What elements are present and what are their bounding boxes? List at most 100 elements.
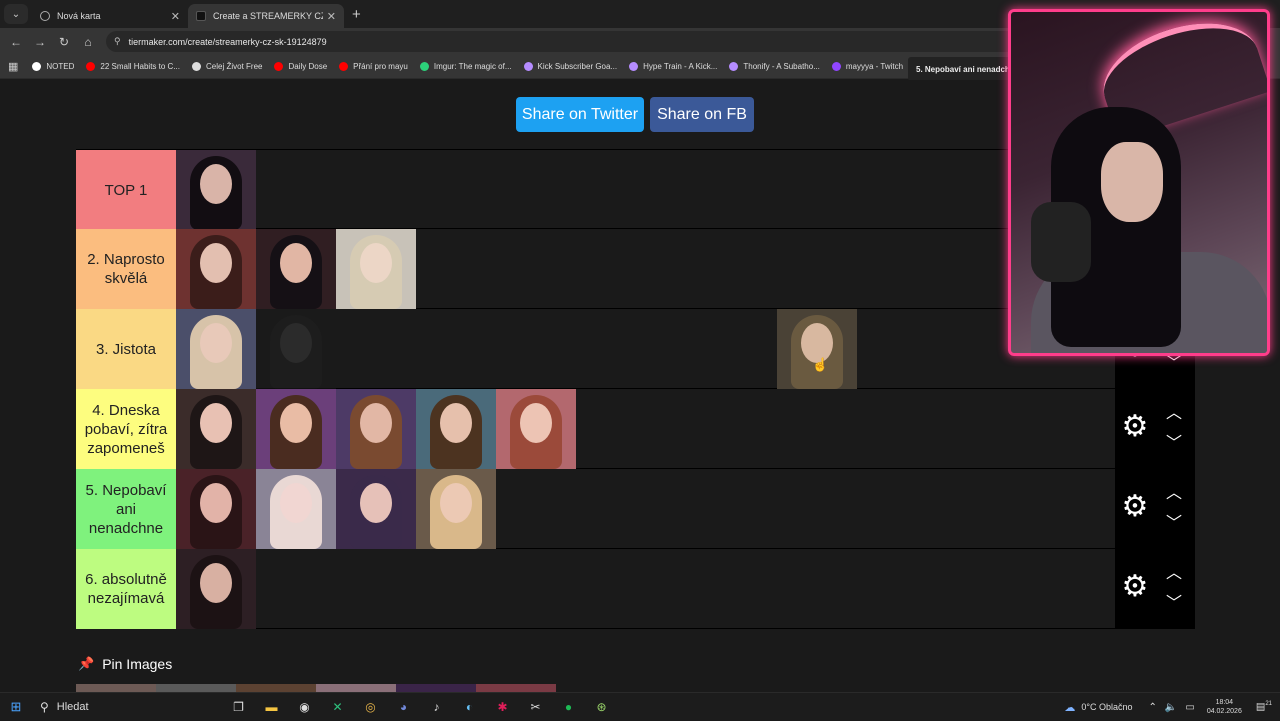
streamer-image[interactable] — [336, 389, 416, 469]
gear-icon[interactable]: ⚙ — [1121, 412, 1149, 442]
home-icon[interactable]: ⌂ — [76, 35, 100, 49]
chevron-up-icon[interactable]: ︿ — [1163, 566, 1185, 582]
chevron-down-icon[interactable]: ﹀ — [1163, 356, 1185, 372]
chevron-up-icon[interactable]: ︿ — [1163, 406, 1185, 422]
thumb-face — [520, 403, 552, 443]
apps-grid-icon[interactable]: ▦ — [8, 60, 18, 73]
weather-text: 0°C Oblačno — [1081, 702, 1133, 712]
microphone-icon — [1031, 202, 1091, 282]
close-icon[interactable]: ✕ — [171, 10, 180, 23]
bookmark-item[interactable]: Celej Život Free — [192, 62, 262, 71]
address-bar[interactable]: ⚲ tiermaker.com/create/streamerky-cz-sk-… — [106, 31, 1096, 52]
bookmark-item[interactable]: Thonify - A Subatho... — [729, 62, 820, 71]
streamer-image[interactable] — [176, 389, 256, 469]
pool-image[interactable] — [476, 684, 556, 692]
thumb-face — [280, 483, 312, 523]
tier-items[interactable] — [176, 389, 1115, 469]
tab-tiermaker[interactable]: Create a STREAMERKY CZ/SK T ✕ — [188, 4, 344, 28]
tier-items[interactable] — [176, 549, 1115, 629]
chevron-down-icon[interactable]: ﹀ — [1163, 596, 1185, 612]
back-arrow-icon[interactable]: ← — [4, 35, 28, 49]
capcut-icon[interactable]: ✂ — [519, 700, 552, 714]
streamer-image[interactable] — [416, 389, 496, 469]
obs-icon[interactable]: ◉ — [288, 700, 321, 714]
excel-icon[interactable]: ✕ — [321, 700, 354, 714]
streamer-image[interactable] — [496, 389, 576, 469]
tier-label[interactable]: TOP 1 — [76, 150, 176, 230]
pool-image[interactable] — [236, 684, 316, 692]
tier-label[interactable]: 2. Naprosto skvělá — [76, 229, 176, 309]
pin-images-label: Pin Images — [102, 656, 173, 672]
streamer-image[interactable] — [256, 469, 336, 549]
tab-new-tab[interactable]: Nová karta ✕ — [32, 4, 188, 28]
new-tab-plus-icon[interactable]: + — [352, 6, 361, 23]
bookmark-item[interactable]: 22 Small Habits to C... — [86, 62, 180, 71]
streamer-image[interactable] — [176, 150, 256, 230]
close-icon[interactable]: ✕ — [327, 10, 336, 23]
bookmark-favicon-icon — [192, 62, 201, 71]
tier-label[interactable]: 5. Nepobaví ani nenadchne — [76, 469, 176, 549]
bookmark-item[interactable]: mayyya - Twitch — [831, 62, 903, 71]
bookmark-item[interactable]: Hype Train - A Kick... — [629, 62, 717, 71]
bookmark-item[interactable]: Daily Dose — [274, 62, 327, 71]
steam-icon[interactable]: ◐ — [453, 700, 486, 714]
windows-start-icon[interactable]: ⊞ — [0, 699, 32, 715]
xbox-icon[interactable]: ⊛ — [585, 700, 618, 714]
notifications-icon[interactable]: ▤21 — [1256, 701, 1272, 712]
tab-search-chevron-icon[interactable]: ⌄ — [4, 4, 28, 24]
streamer-image[interactable] — [256, 229, 336, 309]
share-on-fb-button[interactable]: Share on FB — [650, 97, 754, 132]
tier-items[interactable] — [176, 469, 1115, 549]
reload-icon[interactable]: ↻ — [52, 35, 76, 49]
tiktok-icon[interactable]: ♪ — [420, 700, 453, 714]
network-icon[interactable]: ▭ — [1185, 702, 1194, 713]
tier-label[interactable]: 3. Jistota — [76, 309, 176, 389]
image-pool-strip — [76, 684, 556, 692]
forward-arrow-icon[interactable]: → — [28, 35, 52, 49]
dragged-streamer-image[interactable] — [777, 309, 857, 389]
bookmark-item[interactable]: Imgur: The magic of... — [419, 62, 512, 71]
bookmark-label: 22 Small Habits to C... — [100, 62, 180, 71]
streamer-image[interactable] — [416, 469, 496, 549]
slack-icon[interactable]: ✱ — [486, 700, 519, 714]
chevron-up-icon[interactable]: ︿ — [1163, 486, 1185, 502]
gear-icon[interactable]: ⚙ — [1121, 572, 1149, 602]
chevron-down-icon[interactable]: ﹀ — [1163, 436, 1185, 452]
streamer-image[interactable] — [176, 229, 256, 309]
pool-image[interactable] — [76, 684, 156, 692]
tier-items[interactable]: ☝ — [176, 309, 1115, 389]
chevron-up-icon[interactable]: ⌃ — [1149, 702, 1157, 713]
discord-icon[interactable]: ◕ — [387, 700, 420, 714]
file-explorer-icon[interactable]: ▬ — [255, 700, 288, 714]
streamer-image[interactable] — [176, 469, 256, 549]
pool-image[interactable] — [396, 684, 476, 692]
tier-items[interactable] — [176, 150, 1115, 230]
share-on-twitter-button[interactable]: Share on Twitter — [516, 97, 644, 132]
gear-icon[interactable]: ⚙ — [1121, 492, 1149, 522]
task-view-icon[interactable]: ❐ — [222, 700, 255, 714]
pool-image[interactable] — [316, 684, 396, 692]
bookmark-item[interactable]: NOTED — [32, 62, 74, 71]
chrome-icon[interactable]: ◎ — [354, 700, 387, 714]
clock[interactable]: 18:04 04.02.2026 — [1207, 698, 1242, 716]
streamer-image[interactable] — [256, 389, 336, 469]
tier-label[interactable]: 4. Dneska pobaví, zítra zapomeneš — [76, 389, 176, 469]
tier-row: 6. absolutně nezajímavá ⚙ ︿ ﹀ — [76, 549, 1195, 629]
pool-image[interactable] — [156, 684, 236, 692]
tier-label[interactable]: 6. absolutně nezajímavá — [76, 549, 176, 629]
chevron-down-icon[interactable]: ﹀ — [1163, 516, 1185, 532]
streamer-image[interactable] — [256, 309, 336, 389]
streamer-image[interactable] — [176, 309, 256, 389]
bookmark-item[interactable]: Kick Subscriber Goa... — [523, 62, 617, 71]
streamer-image[interactable] — [336, 469, 416, 549]
taskbar-search[interactable]: ⚲ Hledat — [32, 693, 222, 721]
streamer-image[interactable] — [176, 549, 256, 629]
streamer-image[interactable] — [336, 229, 416, 309]
volume-icon[interactable]: 🔈 — [1165, 702, 1177, 713]
weather-widget[interactable]: ☁ 0°C Oblačno — [1064, 701, 1132, 714]
tier-items[interactable] — [176, 229, 1115, 309]
bookmark-item[interactable]: Přání pro mayu — [339, 62, 408, 71]
spotify-icon[interactable]: ● — [552, 700, 585, 714]
site-info-icon[interactable]: ⚲ — [114, 36, 121, 47]
streamer-face — [1101, 142, 1163, 222]
